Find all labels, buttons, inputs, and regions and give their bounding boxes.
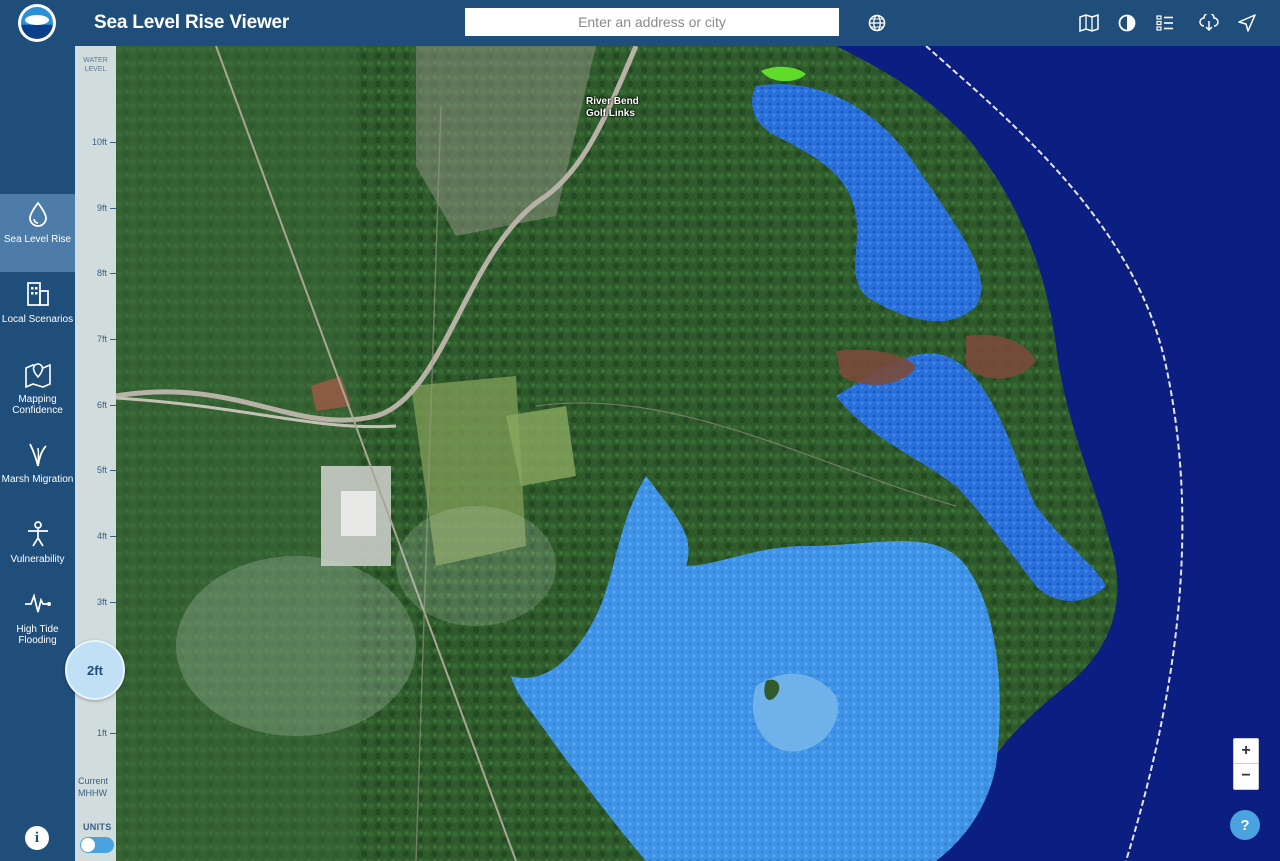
tool-sidebar: Sea Level Rise Local Scenarios Mapping C… — [0, 46, 75, 861]
contrast-icon[interactable] — [1116, 12, 1138, 34]
buildings-icon — [26, 282, 49, 306]
nav-mapping-confidence[interactable]: Mapping Confidence — [0, 354, 75, 432]
satellite-map — [116, 46, 1280, 861]
nav-vulnerability[interactable]: Vulnerability — [0, 514, 75, 592]
tick-label: 9ft — [81, 202, 116, 214]
tick-label: 6ft — [81, 399, 116, 411]
map-pin-icon — [24, 363, 51, 388]
noaa-logo-icon — [21, 7, 53, 39]
tick-label: 8ft — [81, 267, 116, 279]
app-header: Sea Level Rise Viewer — [0, 0, 1280, 46]
legend-icon[interactable] — [1154, 12, 1176, 34]
person-icon — [27, 521, 48, 547]
marsh-grass-icon — [28, 443, 47, 467]
map-view[interactable]: River Bend Golf Links — [116, 46, 1280, 861]
tick-label: 10ft — [81, 136, 116, 148]
share-icon[interactable] — [1236, 12, 1258, 34]
water-level-slider-handle[interactable]: 2ft — [65, 640, 125, 700]
water-level-title: WATER LEVEL — [83, 57, 108, 73]
download-icon[interactable] — [1198, 12, 1220, 34]
zoom-control: + − — [1233, 738, 1259, 790]
nav-marsh-migration[interactable]: Marsh Migration — [0, 434, 75, 512]
map-icon[interactable] — [1078, 12, 1100, 34]
units-toggle[interactable] — [80, 837, 114, 853]
app-title: Sea Level Rise Viewer — [94, 12, 290, 33]
nav-sea-level-rise[interactable]: Sea Level Rise — [0, 194, 75, 272]
water-level-scale[interactable]: WATER LEVEL 10ft 9ft 8ft 7ft 6ft 5ft 4ft… — [75, 46, 116, 861]
tick-label: 3ft — [81, 596, 116, 608]
info-button[interactable]: i — [25, 826, 49, 850]
nav-label: Sea Level Rise — [3, 234, 72, 245]
nav-label: High Tide Flooding — [16, 624, 59, 646]
nav-high-tide-flooding[interactable]: High Tide Flooding — [0, 584, 75, 662]
wave-pulse-icon — [24, 593, 51, 613]
place-label: River Bend Golf Links — [586, 96, 639, 119]
nav-label: Local Scenarios — [1, 314, 74, 325]
tick-label: 7ft — [81, 333, 116, 345]
current-mhhw-label: Current MHHW — [78, 776, 109, 798]
globe-icon[interactable] — [866, 12, 888, 34]
nav-label: Mapping Confidence — [12, 394, 63, 416]
tick-label: 1ft — [81, 727, 116, 739]
tick-label: 4ft — [81, 530, 116, 542]
nav-local-scenarios[interactable]: Local Scenarios — [0, 274, 75, 352]
help-button[interactable]: ? — [1230, 810, 1260, 840]
zoom-out-button[interactable]: − — [1234, 764, 1258, 788]
noaa-logo[interactable] — [18, 4, 56, 42]
nav-label: Marsh Migration — [1, 474, 74, 485]
address-search-input[interactable] — [465, 8, 839, 36]
nav-label: Vulnerability — [10, 554, 65, 565]
water-drop-icon — [28, 201, 47, 227]
units-label: UNITS — [83, 822, 112, 832]
tick-label: 5ft — [81, 464, 116, 476]
zoom-in-button[interactable]: + — [1234, 739, 1258, 764]
